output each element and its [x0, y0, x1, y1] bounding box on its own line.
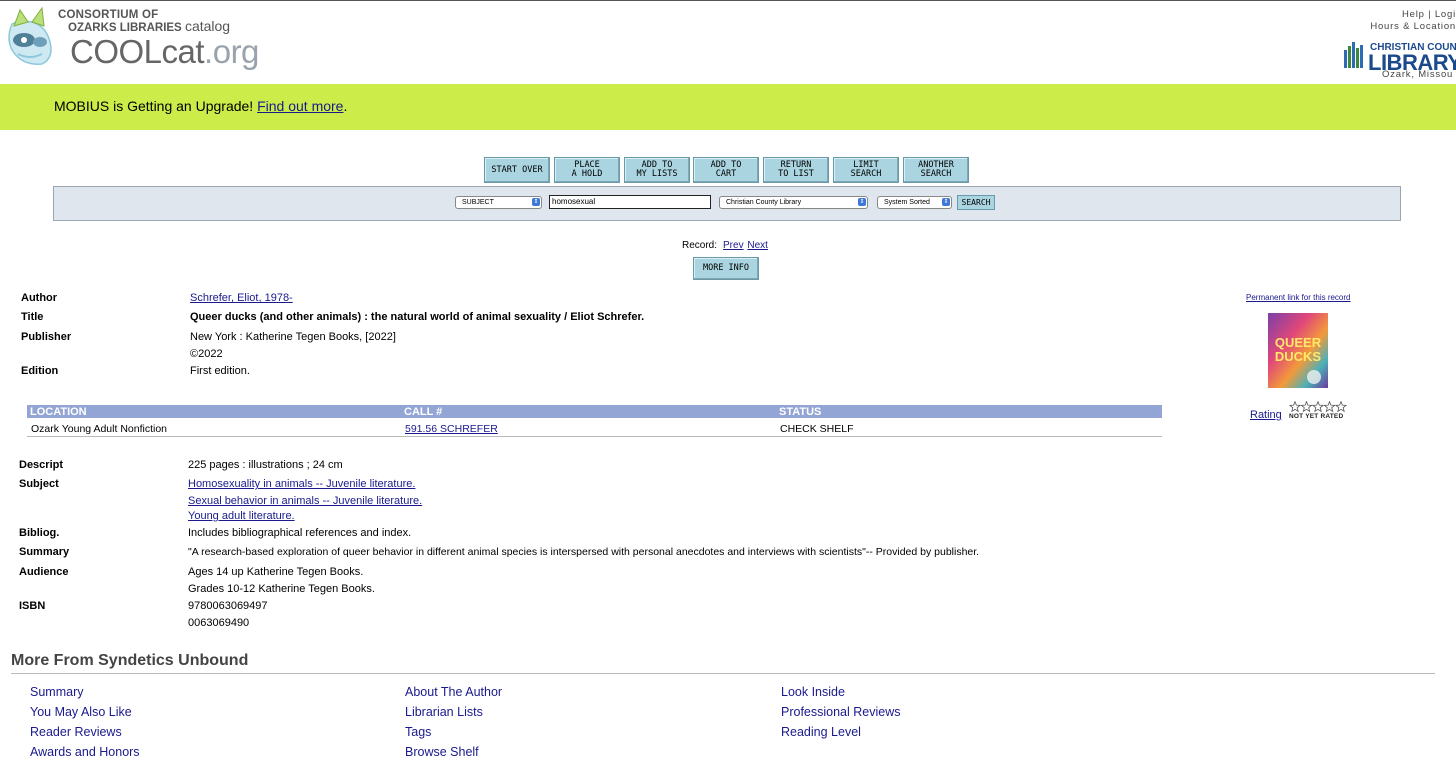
more-info-button[interactable]: MORE INFO — [693, 257, 759, 280]
call-number-header: CALL # — [404, 406, 443, 418]
copyright-value: ©2022 — [190, 348, 223, 360]
syndetics-title: More From Syndetics Unbound — [11, 652, 249, 669]
search-input[interactable]: homosexual — [549, 195, 711, 209]
descript-label: Descript — [19, 459, 64, 471]
syndetics-professional-reviews-link[interactable]: Professional Reviews — [781, 705, 901, 719]
select-arrow-icon: ⇕ — [942, 198, 950, 206]
status-header: STATUS — [779, 406, 822, 418]
edition-value: First edition. — [190, 365, 250, 377]
add-to-cart-button[interactable]: ADD TO CART — [693, 157, 759, 183]
holdings-divider — [27, 436, 1162, 437]
syndetics-tags-link[interactable]: Tags — [405, 725, 431, 739]
select-arrow-icon: ⇕ — [858, 198, 866, 206]
next-record-link[interactable]: Next — [747, 240, 768, 251]
library-city-text: Ozark, Missou — [1382, 69, 1454, 80]
rating-star-icon[interactable] — [1311, 401, 1325, 413]
svg-text:QUEER: QUEER — [1275, 335, 1322, 350]
subject-label: Subject — [19, 478, 59, 490]
descript-value: 225 pages : illustrations ; 24 cm — [188, 459, 343, 471]
rating-star-icon[interactable] — [1334, 401, 1347, 413]
audience-label: Audience — [19, 566, 69, 578]
search-type-value: SUBJECT — [462, 199, 494, 206]
catalog-label: catalog — [184, 18, 231, 34]
syndetics-look-inside-link[interactable]: Look Inside — [781, 685, 845, 699]
start-over-button[interactable]: START OVER — [484, 157, 550, 183]
syndetics-reader-reviews-link[interactable]: Reader Reviews — [30, 725, 122, 739]
banner-period: . — [343, 98, 348, 114]
holdings-header: LOCATION CALL # STATUS — [27, 405, 1162, 418]
rating-star-icon[interactable] — [1289, 401, 1302, 413]
not-yet-rated-text: NOT YET RATED — [1289, 413, 1344, 420]
limit-search-button[interactable]: LIMIT SEARCH — [833, 157, 899, 183]
bibliog-label: Bibliog. — [19, 527, 60, 539]
title-value: Queer ducks (and other animals) : the na… — [190, 311, 645, 323]
sort-select[interactable]: System Sorted ⇕ — [877, 196, 952, 209]
syndetics-browse-shelf-link[interactable]: Browse Shelf — [405, 745, 479, 759]
isbn-value: 0063069490 — [188, 617, 250, 629]
publisher-label: Publisher — [21, 331, 72, 343]
syndetics-reading-level-link[interactable]: Reading Level — [781, 725, 861, 739]
book-cover-image[interactable]: QUEER DUCKS — [1268, 313, 1328, 388]
audience-value: Ages 14 up Katherine Tegen Books. — [188, 566, 364, 578]
svg-text:DUCKS: DUCKS — [1275, 349, 1322, 364]
help-login-link[interactable]: Help | Logi — [1370, 9, 1456, 21]
search-type-select[interactable]: SUBJECT ⇕ — [455, 196, 542, 209]
announcement-banner: MOBIUS is Getting an Upgrade! Find out m… — [0, 84, 1456, 130]
bibliog-value: Includes bibliographical references and … — [188, 527, 412, 539]
publisher-value: New York : Katherine Tegen Books, [2022] — [190, 331, 396, 343]
syndetics-you-may-also-like-link[interactable]: You May Also Like — [30, 705, 132, 719]
coolcat-logo-icon[interactable] — [2, 4, 58, 70]
syndetics-about-author-link[interactable]: About The Author — [405, 685, 502, 699]
search-button[interactable]: SEARCH — [957, 195, 995, 210]
rating-stars-icon[interactable] — [1289, 401, 1347, 413]
another-search-button[interactable]: ANOTHER SEARCH — [903, 157, 969, 183]
audience-value: Grades 10-12 Katherine Tegen Books. — [188, 583, 375, 595]
return-to-list-button[interactable]: RETURN TO LIST — [763, 157, 829, 183]
call-number-link[interactable]: 591.56 SCHREFER — [405, 423, 498, 435]
select-arrow-icon: ⇕ — [532, 198, 540, 206]
rating-link[interactable]: Rating — [1250, 409, 1282, 421]
prev-record-link[interactable]: Prev — [723, 240, 744, 251]
library-books-icon — [1344, 42, 1363, 68]
title-label: Title — [21, 311, 44, 323]
isbn-label: ISBN — [19, 600, 46, 612]
place-hold-button[interactable]: PLACE A HOLD — [554, 157, 620, 183]
sort-value: System Sorted — [884, 199, 930, 206]
record-navigation: Record: Prev Next — [682, 240, 768, 251]
christian-county-library-logo[interactable]: CHRISTIAN COUNTY LIBRARY Ozark, Missou — [1344, 40, 1456, 80]
holding-location: Ozark Young Adult Nonfiction — [31, 423, 168, 435]
hours-location-link[interactable]: Hours & Location — [1370, 21, 1456, 33]
top-border — [0, 0, 1456, 1]
coolcat-wordmark[interactable]: COOLcat.org — [70, 34, 259, 70]
rating-star-icon[interactable] — [1323, 401, 1336, 413]
location-header: LOCATION — [30, 406, 87, 418]
subject-link[interactable]: Sexual behavior in animals -- Juvenile l… — [188, 495, 422, 507]
summary-label: Summary — [19, 546, 70, 558]
subject-link[interactable]: Young adult literature. — [188, 510, 295, 522]
brand-tld: .org — [204, 33, 259, 70]
syndetics-librarian-lists-link[interactable]: Librarian Lists — [405, 705, 483, 719]
permanent-link[interactable]: Permanent link for this record — [1246, 293, 1351, 302]
add-to-lists-button[interactable]: ADD TO MY LISTS — [624, 157, 690, 183]
holding-status: CHECK SHELF — [780, 423, 854, 435]
syndetics-awards-link[interactable]: Awards and Honors — [30, 745, 140, 759]
brand-main: COOLcat — [70, 33, 205, 70]
syndetics-summary-link[interactable]: Summary — [30, 685, 83, 699]
help-links[interactable]: Help | Logi Hours & Location — [1370, 9, 1456, 33]
search-scope-value: Christian County Library — [726, 199, 802, 206]
summary-value: "A research-based exploration of queer b… — [188, 546, 980, 558]
rating-star-icon[interactable] — [1300, 401, 1313, 413]
find-out-more-link[interactable]: Find out more — [257, 98, 343, 114]
isbn-value: 9780063069497 — [188, 600, 268, 612]
search-scope-select[interactable]: Christian County Library ⇕ — [719, 196, 868, 209]
record-label: Record: — [682, 240, 718, 251]
banner-message: MOBIUS is Getting an Upgrade! — [54, 98, 258, 114]
subject-link[interactable]: Homosexuality in animals -- Juvenile lit… — [188, 478, 415, 490]
banner-text: MOBIUS is Getting an Upgrade! Find out m… — [54, 98, 347, 114]
author-link[interactable]: Schrefer, Eliot, 1978- — [190, 292, 293, 304]
syndetics-divider — [11, 673, 1435, 674]
edition-label: Edition — [21, 365, 59, 377]
author-label: Author — [21, 292, 58, 304]
